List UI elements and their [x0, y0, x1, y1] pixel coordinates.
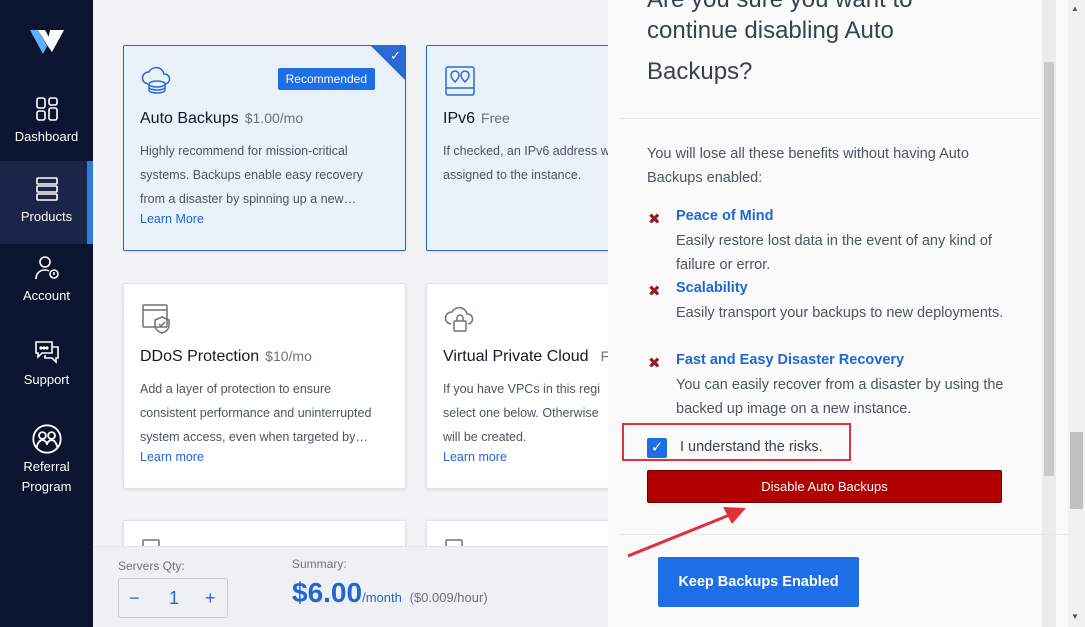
sidebar-item-label: Account: [23, 288, 70, 303]
benefit-title: Scalability: [676, 280, 748, 296]
scroll-up-icon[interactable]: ▲: [1071, 4, 1079, 13]
benefit-title: Peace of Mind: [676, 208, 774, 224]
card-price: Free: [481, 110, 510, 126]
sidebar-item-dashboard[interactable]: Dashboard: [0, 95, 93, 155]
sidebar: Dashboard Products Account Support Refer…: [0, 0, 93, 627]
benefit-description: Easily transport your backups to new dep…: [676, 305, 1004, 321]
quantity-value[interactable]: 1: [169, 588, 179, 609]
recommended-badge: Recommended: [277, 68, 375, 90]
card-title-text: IPv6: [443, 110, 476, 127]
learn-more-link[interactable]: Learn more: [140, 450, 204, 464]
increment-button[interactable]: +: [205, 588, 216, 609]
checkmark-icon: ✓: [390, 48, 401, 63]
card-description: Highly recommend for mission-critical sy…: [140, 144, 364, 206]
card-title: DDoS Protection $10/mo: [140, 348, 312, 366]
benefit-description: You can easily recover from a disaster b…: [676, 377, 1004, 417]
card-description: If you have VPCs in this regi select one…: [443, 382, 601, 444]
learn-more-link[interactable]: Learn more: [443, 450, 507, 464]
support-icon: [34, 341, 59, 364]
sidebar-item-label: Products: [20, 209, 73, 224]
card-description: Add a layer of protection to ensure cons…: [140, 382, 372, 444]
dialog-heading: continue disabling Auto: [647, 17, 894, 44]
page-scrollbar[interactable]: [1068, 0, 1085, 627]
referral-icon: [31, 424, 62, 454]
card-price: $10/mo: [265, 348, 312, 364]
card-price: F: [600, 348, 608, 364]
sidebar-item-label: Dashboard: [14, 129, 79, 144]
learn-more-link[interactable]: Learn More: [140, 212, 204, 226]
dialog-heading-line2: Backups?: [647, 58, 753, 85]
understand-risks-checkbox[interactable]: ✓: [647, 438, 667, 458]
x-icon: ✖: [648, 355, 661, 372]
card-price: $1.00/mo: [244, 110, 304, 126]
per-hour-label: ($0.009/hour): [409, 590, 488, 605]
dialog-heading-partial: Are you sure you want to: [647, 0, 912, 14]
x-icon: ✖: [648, 283, 661, 300]
sidebar-item-label-line2: Program: [21, 479, 72, 494]
card-title: Virtual Private Cloud F: [443, 348, 608, 366]
products-content: Recommended ✓ Auto Backups $1.00/mo Highl…: [93, 0, 608, 627]
vpc-card[interactable]: Virtual Private Cloud F If you have VPCs …: [426, 283, 608, 489]
servers-qty-label: Servers Qty:: [118, 559, 185, 573]
vultr-logo[interactable]: [30, 28, 64, 58]
card-title-text: Auto Backups: [140, 110, 239, 127]
dashboard-icon: [35, 97, 58, 121]
map-pin-icon: [445, 66, 475, 96]
cloud-backup-icon: [141, 66, 171, 94]
dialog-intro-text: You will lose all these benefits without…: [647, 146, 969, 186]
private-cloud-icon: [444, 306, 474, 332]
annotation-arrow-icon: [627, 507, 746, 558]
account-icon: [34, 256, 59, 280]
summary-price: $6.00/month ($0.009/hour): [292, 577, 488, 609]
ddos-protection-card[interactable]: DDoS Protection $10/mo Add a layer of pro…: [123, 283, 406, 489]
card-description: If checked, an IPv6 address w assigned t…: [443, 144, 608, 182]
disable-auto-backups-button[interactable]: Disable Auto Backups: [647, 470, 1002, 503]
benefit-description: Easily restore lost data in the event of…: [676, 233, 992, 273]
order-summary-bar: Servers Qty: − 1 + Summary: $6.00/month …: [93, 546, 608, 627]
sidebar-item-referral[interactable]: Referral Program: [0, 423, 93, 499]
x-icon: ✖: [648, 211, 661, 228]
card-title: Auto Backups $1.00/mo: [140, 110, 303, 128]
card-title: IPv6 Free: [443, 110, 510, 128]
sidebar-item-label: Support: [23, 372, 70, 387]
understand-risks-label[interactable]: I understand the risks.: [680, 439, 823, 455]
decrement-button[interactable]: −: [129, 588, 140, 609]
summary-label: Summary:: [292, 557, 347, 571]
card-title-text: DDoS Protection: [140, 348, 260, 365]
auto-backups-card[interactable]: Recommended ✓ Auto Backups $1.00/mo Highl…: [123, 45, 406, 251]
sidebar-item-products[interactable]: Products: [0, 161, 93, 244]
shield-icon: [142, 304, 170, 334]
price-value: $6.00: [292, 577, 363, 608]
ipv6-card[interactable]: IPv6 Free If checked, an IPv6 address w a…: [426, 45, 608, 251]
per-month-label: /month: [362, 590, 402, 605]
scroll-down-icon[interactable]: ▼: [1071, 612, 1079, 621]
sidebar-item-account[interactable]: Account: [0, 254, 93, 314]
benefit-title: Fast and Easy Disaster Recovery: [676, 352, 905, 368]
products-icon: [35, 177, 58, 201]
sidebar-item-label: Referral: [23, 459, 70, 474]
sidebar-item-support[interactable]: Support: [0, 338, 93, 398]
dialog-scrollbar-thumb[interactable]: [1044, 62, 1054, 476]
quantity-stepper: − 1 +: [118, 578, 228, 618]
page-scrollbar-thumb[interactable]: [1070, 432, 1083, 509]
card-title-text: Virtual Private Cloud: [443, 348, 589, 365]
divider: [620, 118, 1040, 119]
